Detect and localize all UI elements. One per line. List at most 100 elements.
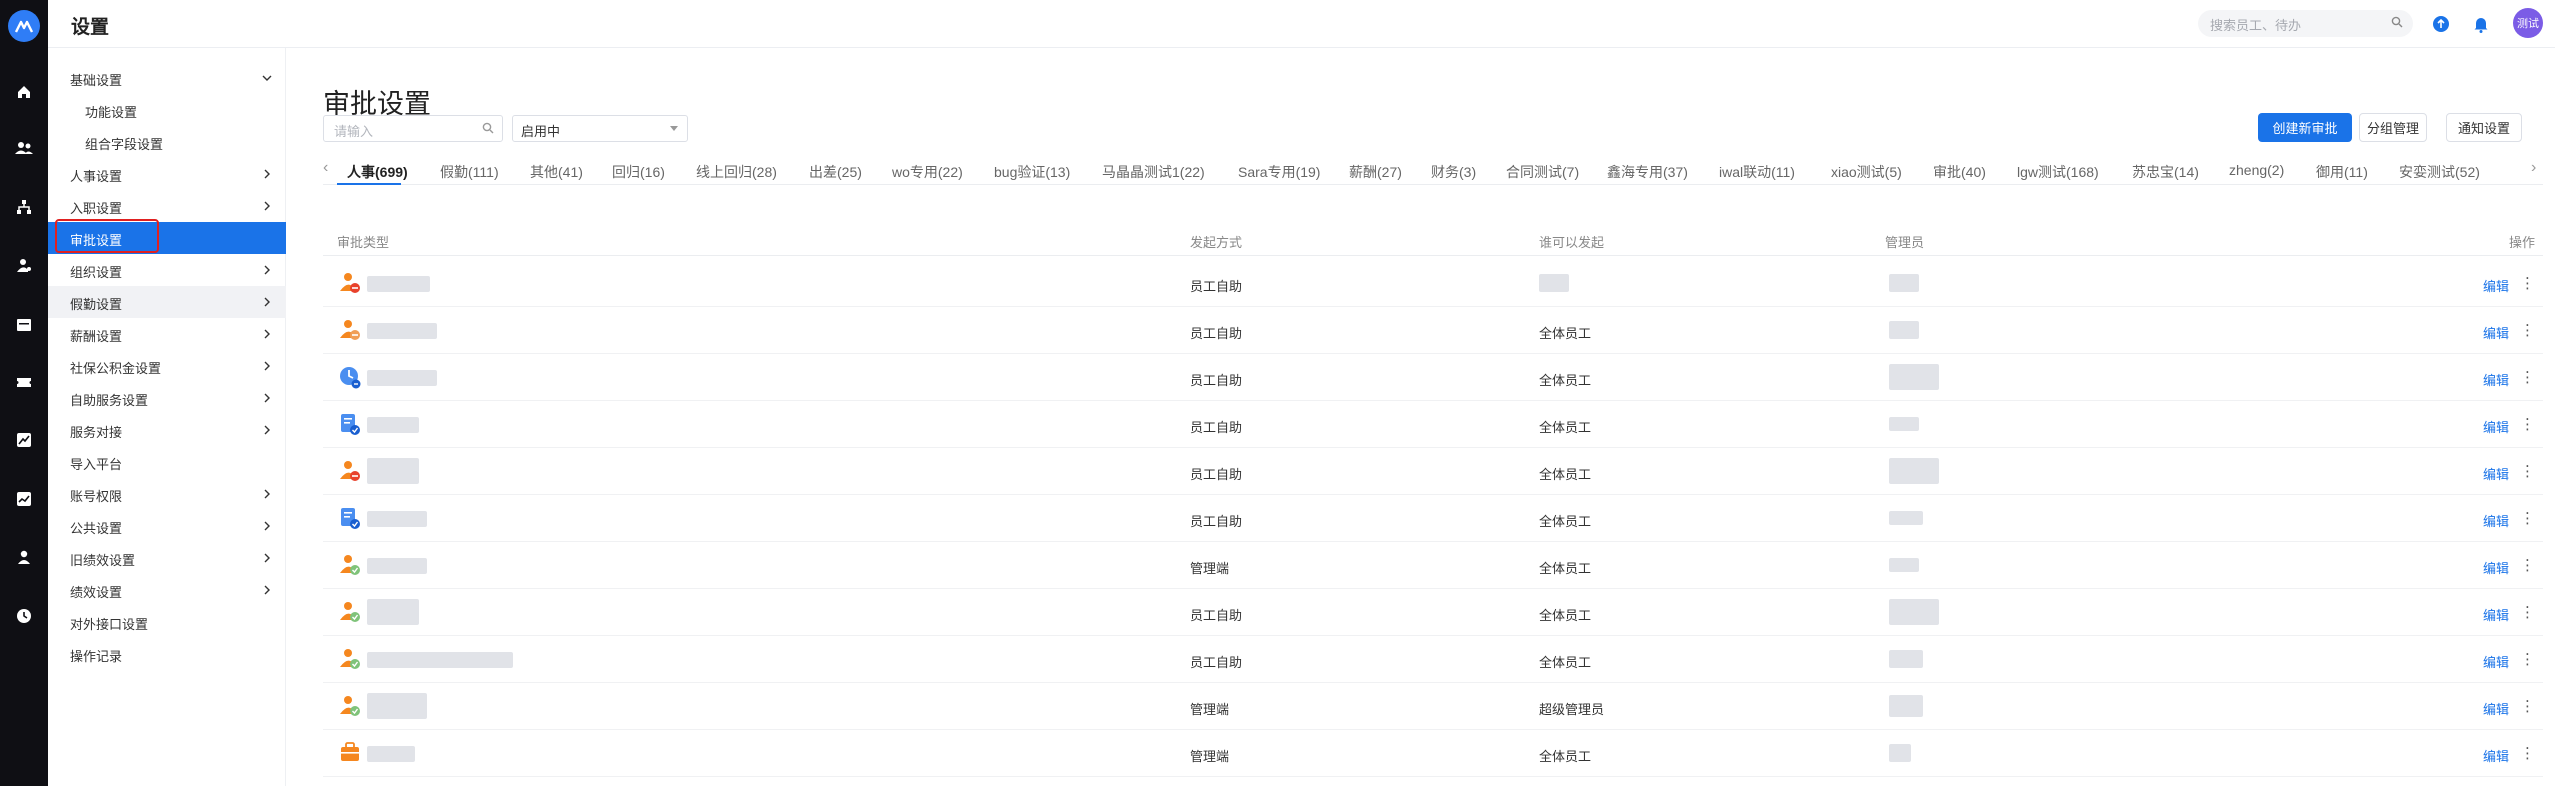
search-input[interactable]: 请输入 xyxy=(323,115,503,142)
sidebar-item-old-performance[interactable]: 旧绩效设置 xyxy=(48,542,286,574)
edit-link[interactable]: 编辑 xyxy=(2483,323,2509,342)
sidebar-item-label: 服务对接 xyxy=(70,425,123,440)
tab-sara[interactable]: Sara专用(19) xyxy=(1238,162,1320,182)
more-vertical-icon[interactable]: ⋮ xyxy=(2520,368,2535,386)
tab-xiao[interactable]: xiao测试(5) xyxy=(1831,162,1902,182)
clock-icon[interactable] xyxy=(12,604,36,628)
chevron-right-icon xyxy=(262,327,272,342)
sidebar-item-account-permission[interactable]: 账号权限 xyxy=(48,478,286,510)
sidebar-item-attendance[interactable]: 假勤设置 xyxy=(48,286,286,318)
sidebar-item-combo-field[interactable]: 组合字段设置 xyxy=(48,126,286,158)
user-gear-icon[interactable] xyxy=(12,253,36,277)
tab-finance[interactable]: 财务(3) xyxy=(1431,162,1476,182)
home-icon[interactable] xyxy=(12,80,36,104)
edit-link[interactable]: 编辑 xyxy=(2483,605,2509,624)
tab-anluan[interactable]: 安娈测试(52) xyxy=(2399,162,2480,182)
sidebar-item-public[interactable]: 公共设置 xyxy=(48,510,286,542)
search-icon[interactable] xyxy=(2391,16,2403,31)
more-vertical-icon[interactable]: ⋮ xyxy=(2520,697,2535,715)
tab-hr[interactable]: 人事(699) xyxy=(347,162,408,182)
chevron-right-icon[interactable]: › xyxy=(2531,159,2536,177)
edit-link[interactable]: 编辑 xyxy=(2483,511,2509,530)
sidebar-item-self-service[interactable]: 自助服务设置 xyxy=(48,382,286,414)
person-icon[interactable] xyxy=(12,545,36,569)
status-select[interactable]: 启用中 xyxy=(512,115,688,142)
sidebar-item-function[interactable]: 功能设置 xyxy=(48,94,286,126)
group-manage-button[interactable]: 分组管理 xyxy=(2359,113,2427,142)
person-minus-icon xyxy=(340,320,360,340)
notify-settings-button[interactable]: 通知设置 xyxy=(2446,113,2522,142)
more-vertical-icon[interactable]: ⋮ xyxy=(2520,462,2535,480)
edit-link[interactable]: 编辑 xyxy=(2483,464,2509,483)
col-ops: 操作 xyxy=(2509,235,2536,250)
more-vertical-icon[interactable]: ⋮ xyxy=(2520,415,2535,433)
edit-link[interactable]: 编辑 xyxy=(2483,699,2509,718)
sidebar-item-basic[interactable]: 基础设置 xyxy=(48,62,286,94)
edit-link[interactable]: 编辑 xyxy=(2483,370,2509,389)
sidebar-item-service-integration[interactable]: 服务对接 xyxy=(48,414,286,446)
tab-yuyong[interactable]: 御用(11) xyxy=(2316,162,2368,182)
tab-salary[interactable]: 薪酬(27) xyxy=(1349,162,1402,182)
tab-approval[interactable]: 审批(40) xyxy=(1933,162,1986,182)
edit-link[interactable]: 编辑 xyxy=(2483,417,2509,436)
sidebar-item-social-security[interactable]: 社保公积金设置 xyxy=(48,350,286,382)
tab-bug[interactable]: bug验证(13) xyxy=(994,162,1070,182)
more-vertical-icon[interactable]: ⋮ xyxy=(2520,603,2535,621)
sidebar-item-onboarding[interactable]: 入职设置 xyxy=(48,190,286,222)
sidebar-item-operation-log[interactable]: 操作记录 xyxy=(48,638,286,670)
tab-lgw[interactable]: lgw测试(168) xyxy=(2017,162,2099,182)
search-icon[interactable] xyxy=(482,122,494,137)
chevron-right-icon xyxy=(262,167,272,182)
tab-iwal[interactable]: iwal联动(11) xyxy=(1719,162,1795,182)
tab-attendance[interactable]: 假勤(111) xyxy=(440,162,499,182)
sidebar-item-external-api[interactable]: 对外接口设置 xyxy=(48,606,286,638)
sidebar-item-performance[interactable]: 绩效设置 xyxy=(48,574,286,606)
page-header-title: 设置 xyxy=(71,17,110,38)
more-vertical-icon[interactable]: ⋮ xyxy=(2520,556,2535,574)
app-logo-icon[interactable] xyxy=(8,10,40,42)
blurred-name xyxy=(367,652,513,668)
avatar[interactable]: 测试 xyxy=(2513,8,2543,38)
chevron-left-icon[interactable]: ‹ xyxy=(323,159,328,177)
sidebar-item-label: 薪酬设置 xyxy=(70,329,123,344)
org-chart-icon[interactable] xyxy=(12,195,36,219)
people-icon[interactable] xyxy=(12,136,36,160)
ticket-icon[interactable] xyxy=(12,370,36,394)
edit-link[interactable]: 编辑 xyxy=(2483,746,2509,765)
more-vertical-icon[interactable]: ⋮ xyxy=(2520,650,2535,668)
chevron-right-icon xyxy=(262,519,272,534)
more-vertical-icon[interactable]: ⋮ xyxy=(2520,321,2535,339)
tab-regression[interactable]: 回归(16) xyxy=(612,162,665,182)
tab-xinhai[interactable]: 鑫海专用(37) xyxy=(1607,162,1688,182)
person-minus-icon xyxy=(340,273,360,293)
blurred-admin xyxy=(1889,274,1919,292)
sidebar-item-import[interactable]: 导入平台 xyxy=(48,446,286,478)
tab-wo[interactable]: wo专用(22) xyxy=(892,162,963,182)
sidebar-item-org[interactable]: 组织设置 xyxy=(48,254,286,286)
tab-zheng[interactable]: zheng(2) xyxy=(2229,162,2284,178)
tab-mjj-test[interactable]: 马晶晶测试1(22) xyxy=(1102,162,1205,182)
who-cell: 全体员工 xyxy=(1539,326,1592,341)
tab-contract-test[interactable]: 合同测试(7) xyxy=(1506,162,1579,182)
sidebar-item-hr[interactable]: 人事设置 xyxy=(48,158,286,190)
more-vertical-icon[interactable]: ⋮ xyxy=(2520,509,2535,527)
calendar-icon[interactable] xyxy=(12,312,36,336)
tab-other[interactable]: 其他(41) xyxy=(530,162,583,182)
chart-icon[interactable] xyxy=(12,428,36,452)
tab-szb[interactable]: 苏忠宝(14) xyxy=(2132,162,2199,182)
edit-link[interactable]: 编辑 xyxy=(2483,652,2509,671)
trend-icon[interactable] xyxy=(12,487,36,511)
bell-icon[interactable] xyxy=(2471,14,2491,34)
sidebar-item-salary[interactable]: 薪酬设置 xyxy=(48,318,286,350)
create-approval-button[interactable]: 创建新审批 xyxy=(2258,113,2352,142)
tab-business-trip[interactable]: 出差(25) xyxy=(809,162,862,182)
blurred-name xyxy=(367,511,427,527)
sidebar-item-label: 自助服务设置 xyxy=(70,393,149,408)
tab-online-regression[interactable]: 线上回归(28) xyxy=(696,162,777,182)
more-vertical-icon[interactable]: ⋮ xyxy=(2520,744,2535,762)
global-search-input[interactable]: 搜索员工、待办 xyxy=(2198,10,2413,37)
upload-icon[interactable] xyxy=(2431,14,2451,34)
edit-link[interactable]: 编辑 xyxy=(2483,558,2509,577)
edit-link[interactable]: 编辑 xyxy=(2483,276,2509,295)
more-vertical-icon[interactable]: ⋮ xyxy=(2520,274,2535,292)
